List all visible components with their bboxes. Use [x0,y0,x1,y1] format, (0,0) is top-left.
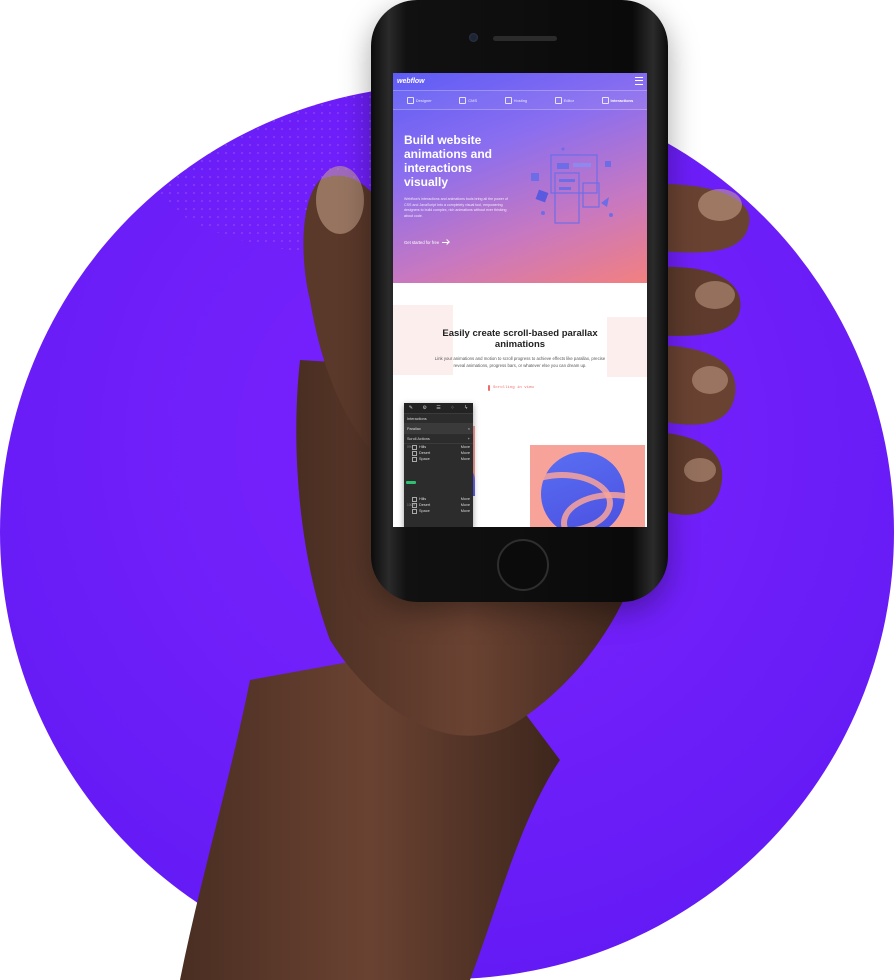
database-icon [459,96,467,104]
hero-description: Webflow's interactions and animations to… [404,197,508,218]
brush-icon[interactable]: ✎ [408,405,413,411]
checkbox[interactable] [412,456,417,462]
parallax-section: Easily create scroll-based parallax anim… [393,283,647,527]
scroll-pin-icon [488,385,490,391]
feature-nav: Designer CMS Hosting Editor Interactions [393,90,647,110]
action-item[interactable]: Space Move [404,456,473,462]
tab-interactions[interactable]: Interactions [601,96,633,104]
tab-editor[interactable]: Editor [554,96,574,104]
tab-cms[interactable]: CMS [459,96,477,104]
checkbox[interactable] [412,508,417,514]
tab-designer[interactable]: Designer [406,96,432,104]
panel-toolbar: ✎ ⚙ ☰ ⁘ ϟ [404,403,473,414]
top-bar: webflow [393,73,647,89]
home-button[interactable] [497,539,549,591]
timeline-start-label: 0% [407,445,412,449]
hero-section: webflow Designer CMS Hosting Editor Inte… [393,73,647,283]
tab-hosting[interactable]: Hosting [504,96,527,104]
interactions-icon [601,96,609,104]
layers-icon[interactable]: ☰ [436,405,441,411]
get-started-link[interactable]: Get started for free [404,240,450,245]
section-description: Link your animations and motion to scrol… [434,356,606,368]
scroll-indicator: Scrolling in view [488,385,534,391]
add-icon[interactable]: + [468,437,470,441]
lightning-icon[interactable]: ϟ [464,405,469,411]
hero-title: Build website animations and interaction… [404,133,493,189]
timeline-handle[interactable] [406,481,416,484]
interactions-panel: ✎ ⚙ ☰ ⁘ ϟ Interactions Parallax × Scroll … [404,403,473,527]
timeline-end-label: 100% [407,503,416,507]
components-icon[interactable]: ⁘ [450,405,455,411]
phone-screen: webflow Designer CMS Hosting Editor Inte… [393,73,647,527]
checkbox[interactable] [412,444,417,450]
globe-icon [504,96,512,104]
interactions-illustration [531,147,613,224]
checkbox[interactable] [412,496,417,502]
checkbox[interactable] [412,450,417,456]
webflow-logo[interactable]: webflow [397,78,425,85]
editor-icon [554,96,562,104]
hamburger-menu-icon[interactable] [635,77,643,85]
scroll-actions-group[interactable]: Scroll Actions + [404,434,473,444]
speaker-grille [493,36,557,41]
action-item[interactable]: Space Move [404,508,473,514]
phone-device: webflow Designer CMS Hosting Editor Inte… [371,0,668,602]
planet-card [530,445,645,527]
interaction-parallax[interactable]: Parallax × [404,424,473,434]
close-icon[interactable]: × [468,427,470,431]
arrow-right-icon [442,242,450,243]
designer-icon [406,96,414,104]
panel-header: Interactions [404,414,473,424]
planet-graphic [530,452,645,527]
camera-icon [469,33,478,42]
section-title: Easily create scroll-based parallax anim… [442,328,598,350]
gear-icon[interactable]: ⚙ [422,405,427,411]
